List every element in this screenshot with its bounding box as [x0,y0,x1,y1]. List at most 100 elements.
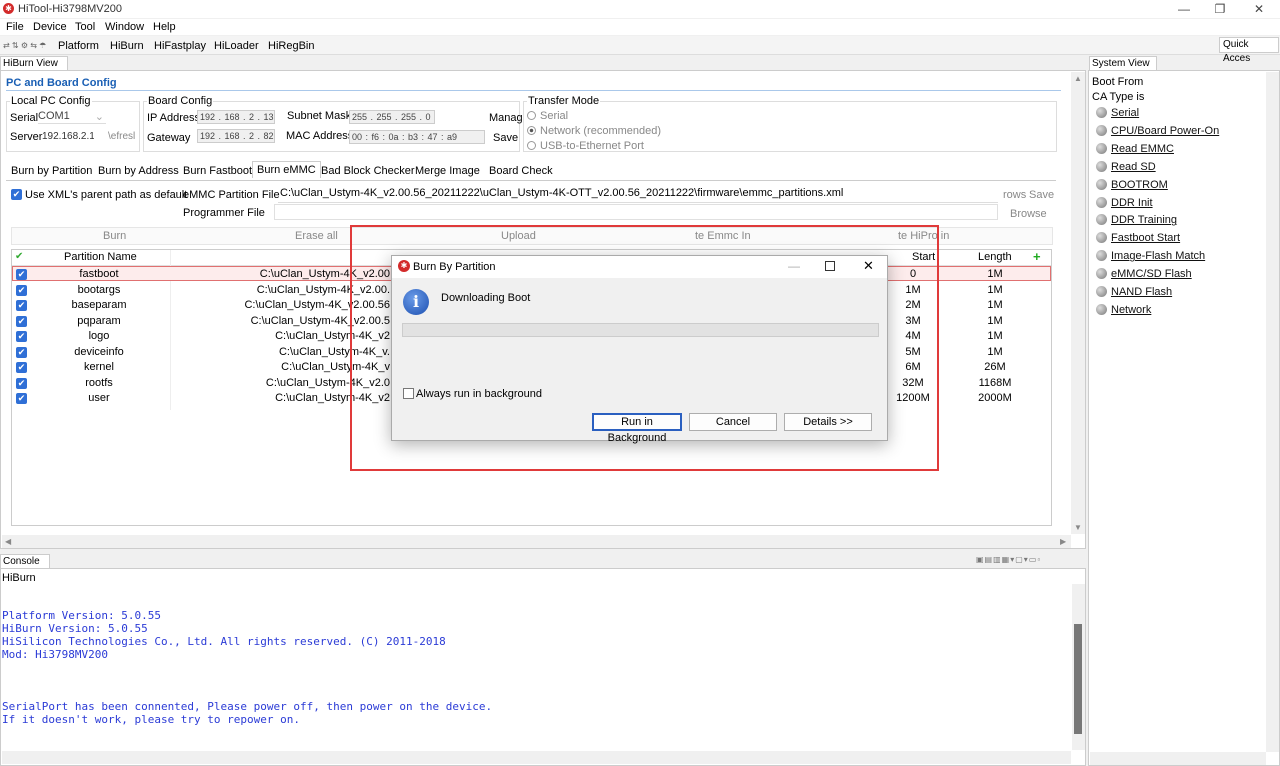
partition-file-input[interactable]: C:\uClan_Ustym-4K_v2.00.56_20211222\uCla… [278,187,998,203]
serial-radio[interactable] [527,111,536,120]
row-length: 1M [987,268,1003,280]
sysview-item[interactable]: eMMC/SD Flash [1096,268,1192,280]
sysview-item[interactable]: Read EMMC [1096,142,1174,155]
add-row-icon[interactable]: + [1033,249,1041,264]
toolbar-hiregbin[interactable]: HiRegBin [268,40,314,52]
menu-help[interactable]: Help [153,21,176,33]
sysview-item[interactable]: BOOTROM [1096,178,1168,191]
gateway-input[interactable]: 192 . 168 . 2 . 82 [197,129,275,143]
row-checkbox[interactable]: ✔ [16,284,27,296]
main-horizontal-scrollbar[interactable] [2,535,1071,548]
row-checkbox[interactable]: ✔ [16,300,27,311]
tab-system-view[interactable]: System View [1089,56,1157,70]
row-checkbox[interactable]: ✔ [16,346,27,358]
tab-hiburn-view[interactable]: HiBurn View [0,56,68,70]
details-button[interactable]: Details >> [784,413,872,431]
erase-all-button[interactable]: Erase all [295,230,338,242]
tab-bad-block-checker[interactable]: Bad Block Checker [317,163,419,179]
sysview-item[interactable]: CPU/Board Power-On [1096,124,1219,137]
sysview-scrollbar[interactable] [1266,72,1279,752]
dialog-minimize-button[interactable]: — [788,259,800,273]
network-radio-label: Network (recommended) [540,125,662,137]
sysview-item[interactable]: Serial [1096,107,1139,119]
close-button[interactable]: ✕ [1252,2,1266,16]
serial-select[interactable]: COM1 ⌄ [38,110,106,124]
row-length: 1M [987,345,1003,358]
main-vertical-scrollbar[interactable] [1071,72,1085,534]
menu-tool[interactable]: Tool [75,21,95,33]
toolbar-hiburn[interactable]: HiBurn [110,40,144,52]
scroll-up-icon[interactable]: ▲ [1074,74,1082,83]
row-checkbox[interactable]: ✔ [16,331,27,342]
sysview-item[interactable]: DDR Init [1096,196,1153,209]
menu-file[interactable]: File [6,21,24,33]
tab-console[interactable]: Console [0,554,50,568]
console-toolbar-icons[interactable]: ▣▤▥▦▾▢▾▭▫ [976,555,1041,564]
tab-burn-by-partition[interactable]: Burn by Partition [7,163,96,179]
partition-save-button[interactable]: Save [1029,189,1054,201]
row-checkbox[interactable]: ✔ [16,269,27,280]
menu-device[interactable]: Device [33,21,67,33]
server-value[interactable]: 192.168.2.1: [42,131,94,142]
programmer-file-input[interactable] [274,204,998,220]
board-save-button[interactable]: Save [493,132,518,144]
status-ball-icon [1096,178,1107,190]
toolbar: ⇄ ⇅ ⚙ ⇆ ☂ Platform HiBurn HiFastplay HiL… [0,36,1280,85]
console-scroll-thumb[interactable] [1074,624,1082,734]
sysview-horizontal-scrollbar[interactable] [1090,752,1266,765]
maximize-button[interactable]: ❐ [1213,2,1227,16]
tab-burn-fastboot[interactable]: Burn Fastboot [179,163,256,179]
sysview-item[interactable]: Image-Flash Match [1096,250,1205,262]
toolbar-small-icons[interactable]: ⇄ ⇅ ⚙ ⇆ ☂ [3,41,46,50]
section-title[interactable]: PC and Board Config [6,77,117,89]
row-checkbox[interactable]: ✔ [16,377,27,389]
row-checkbox[interactable]: ✔ [16,362,27,373]
run-in-background-button[interactable]: Run in Background [592,413,682,444]
scroll-down-icon[interactable]: ▼ [1074,523,1082,532]
sysview-item[interactable]: DDR Training [1096,214,1177,226]
tab-burn-by-address[interactable]: Burn by Address [94,163,183,179]
manage-button[interactable]: Manag [489,112,523,124]
console-line: Platform Version: 5.0.55 [2,609,161,622]
scroll-left-icon[interactable]: ◀ [5,537,11,546]
sysview-item[interactable]: Fastboot Start [1096,232,1180,244]
header-length: Length [978,251,1012,263]
subnet-input[interactable]: 255 . 255 . 255 . 0 [349,110,435,124]
minimize-button[interactable]: — [1177,2,1191,16]
dialog-maximize-button[interactable] [825,261,835,271]
rows-button[interactable]: rows [1003,189,1026,201]
sysview-item-label: Read EMMC [1111,142,1174,155]
console-horizontal-scrollbar[interactable] [2,751,1071,764]
network-radio[interactable] [527,126,536,135]
burn-button[interactable]: Burn [103,230,126,242]
ip-input[interactable]: 192 . 168 . 2 . 13 [197,110,275,124]
tab-merge-image[interactable]: Merge Image [411,163,484,179]
sysview-item[interactable]: Network [1096,303,1151,316]
toolbar-hiloader[interactable]: HiLoader [214,40,259,52]
row-checkbox[interactable]: ✔ [16,393,27,404]
quick-access-input[interactable]: Quick Acces [1219,37,1279,64]
board-config-group [143,101,520,152]
menu-window[interactable]: Window [105,21,144,33]
sysview-item[interactable]: Read SD [1096,160,1156,173]
always-bg-label: Always run in background [416,388,542,400]
row-length: 1168M [978,376,1012,389]
mac-input[interactable]: 00 : f6 : 0a : b3 : 47 : a9 [349,130,485,144]
always-bg-checkbox[interactable] [403,388,414,399]
scroll-right-icon[interactable]: ▶ [1060,537,1066,546]
burn-dialog: ✱ Burn By Partition — ✕ i Downloading Bo… [391,255,888,444]
row-checkbox[interactable]: ✔ [16,315,27,327]
dialog-close-button[interactable]: ✕ [863,258,874,274]
use-xml-checkbox[interactable]: ✔ [11,189,22,200]
toolbar-platform[interactable]: Platform [58,40,99,52]
tab-board-check[interactable]: Board Check [485,163,557,179]
refresh-button[interactable]: \efresl [108,131,135,142]
browse-button[interactable]: Browse [1010,208,1047,220]
cancel-button[interactable]: Cancel [689,413,777,431]
console-scrollbar[interactable] [1072,584,1085,750]
usb-radio[interactable] [527,141,536,150]
check-all-icon[interactable]: ✔ [15,251,23,262]
sysview-item[interactable]: NAND Flash [1096,286,1172,298]
toolbar-hifastplay[interactable]: HiFastplay [154,40,206,52]
tab-burn-emmc[interactable]: Burn eMMC [252,161,321,178]
